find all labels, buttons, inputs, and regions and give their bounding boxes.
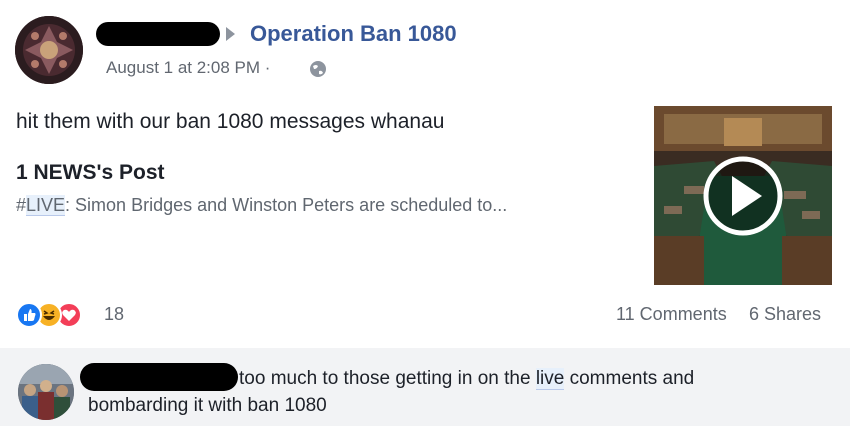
shares-count-link[interactable]: 6 Shares [749,304,821,325]
reaction-count[interactable]: 18 [104,304,124,325]
redacted-author-name [96,22,220,46]
post-text: hit them with our ban 1080 messages whan… [16,110,445,133]
page-avatar[interactable] [15,16,83,84]
like-icon [16,302,42,328]
hashtag-live[interactable]: LIVE [26,195,66,216]
post-timestamp[interactable]: August 1 at 2:08 PM · [106,58,270,78]
redacted-commenter-name [80,363,238,391]
caret-right-icon [226,27,235,41]
comments-count-link[interactable]: 11 Comments [616,304,727,325]
comment-text-line2: bombarding it with ban 1080 [88,395,327,416]
globe-icon[interactable] [309,60,327,78]
snippet-text: : Simon Bridges and Winston Peters are s… [65,195,508,215]
shared-post-snippet[interactable]: #LIVE: Simon Bridges and Winston Peters … [16,195,507,216]
comment-text: too much to those getting in on the live… [239,368,694,390]
video-thumbnail[interactable] [654,106,832,285]
comment-text-start: too much to those getting in on the [239,368,536,389]
timestamp-text: August 1 at 2:08 PM · [106,58,271,77]
group-name-link[interactable]: Operation Ban 1080 [250,21,457,47]
play-icon [703,156,783,236]
comment-text-end: comments and [564,368,695,389]
shared-post-title[interactable]: 1 NEWS's Post [16,161,165,185]
comment-highlight-live: live [535,368,565,390]
snippet-hash: # [16,195,27,215]
commenter-avatar[interactable] [18,364,74,420]
